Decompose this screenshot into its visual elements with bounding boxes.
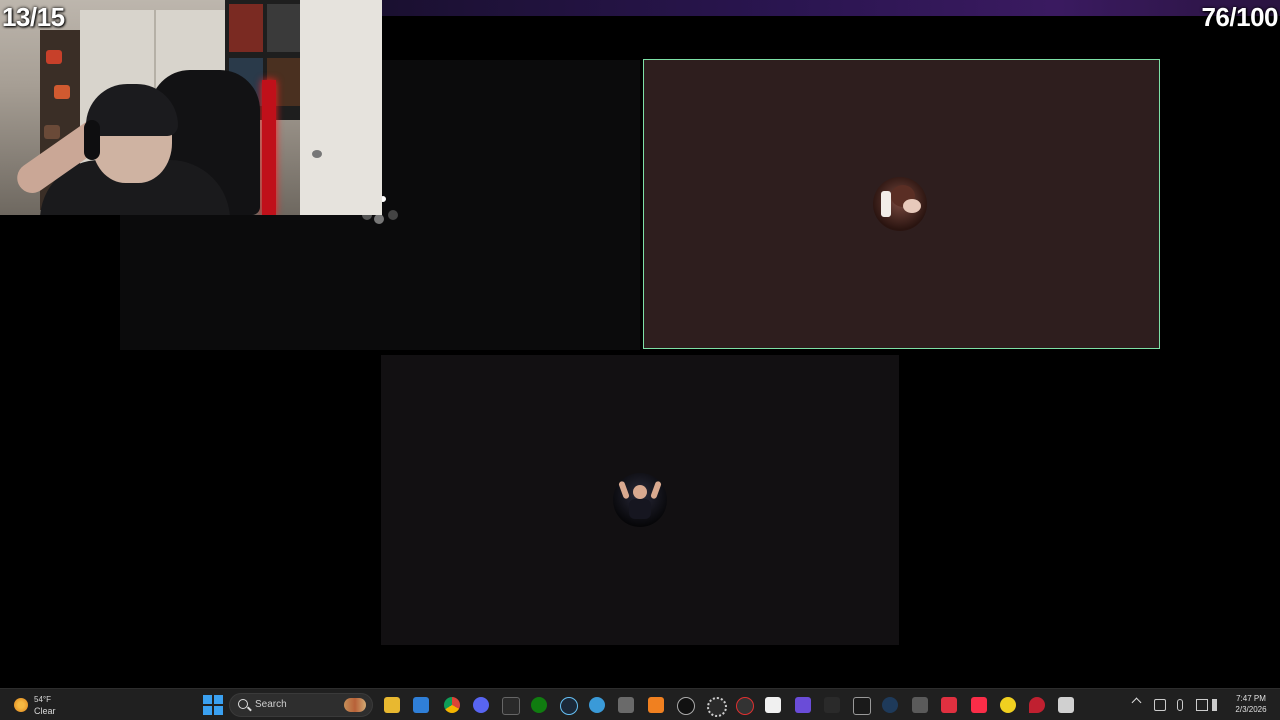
system-clock[interactable]: 7:47 PM 2/3/2026 (1226, 693, 1276, 715)
app-icon[interactable] (912, 697, 928, 713)
clock-time: 7:47 PM (1236, 694, 1266, 703)
settings-icon[interactable] (707, 697, 727, 717)
weather-sun-icon (14, 698, 28, 712)
webcam-door (300, 0, 382, 215)
ok-app-icon[interactable] (824, 697, 840, 713)
right-counter: 76/100 (1201, 2, 1278, 32)
weather-widget[interactable]: 54°F Clear (10, 693, 70, 717)
network-icon[interactable] (1154, 699, 1166, 711)
epic-games-icon[interactable] (502, 697, 520, 715)
top-accent-bar (380, 0, 1280, 16)
app-icon[interactable] (736, 697, 754, 715)
participant-avatar-icon (873, 177, 927, 231)
xbox-icon[interactable] (531, 697, 547, 713)
weather-temp: 54°F (34, 695, 51, 704)
microphone-icon[interactable] (1177, 699, 1183, 711)
weather-condition: Clear (34, 706, 56, 716)
participant-avatar-icon (613, 473, 667, 527)
app-icon[interactable] (853, 697, 871, 715)
app-icon[interactable] (677, 697, 695, 715)
start-button[interactable] (203, 695, 223, 715)
taskbar: 54°F Clear Search 7:47 PM 2/3/2026 (0, 688, 1280, 720)
maps-icon[interactable] (1029, 697, 1045, 713)
minecraft-icon[interactable] (618, 697, 634, 713)
left-counter: 13/15 (2, 2, 65, 32)
volume-icon[interactable] (1212, 699, 1224, 711)
steam-icon[interactable] (560, 697, 578, 715)
webcam-person-headset (84, 120, 100, 160)
grid-app-icon[interactable] (795, 697, 811, 713)
music-icon[interactable] (971, 697, 987, 713)
app-icon[interactable] (589, 697, 605, 713)
app-icon[interactable] (882, 697, 898, 713)
participant-tile[interactable] (381, 355, 899, 645)
discord-icon[interactable] (473, 697, 489, 713)
app-icon[interactable] (648, 697, 664, 713)
display-icon[interactable] (1196, 699, 1208, 711)
screen: 13/15 76/100 54°F Clear Search 7:47 PM 2… (0, 0, 1280, 720)
microsoft-store-icon[interactable] (413, 697, 429, 713)
tray-chevron-up-icon[interactable] (1131, 697, 1142, 708)
app-icon[interactable] (1058, 697, 1074, 713)
webcam-led-light (262, 80, 276, 215)
search-highlight-icon (344, 698, 366, 712)
file-explorer-icon[interactable] (384, 697, 400, 713)
notes-icon[interactable] (765, 697, 781, 713)
chrome-icon[interactable] (444, 697, 460, 713)
clock-date: 2/3/2026 (1235, 705, 1267, 714)
app-icon[interactable] (941, 697, 957, 713)
search-icon (238, 699, 248, 709)
participant-tile-speaking[interactable] (643, 59, 1160, 349)
search-label: Search (255, 699, 287, 710)
app-icon[interactable] (1000, 697, 1016, 713)
search-box[interactable]: Search (229, 693, 373, 717)
